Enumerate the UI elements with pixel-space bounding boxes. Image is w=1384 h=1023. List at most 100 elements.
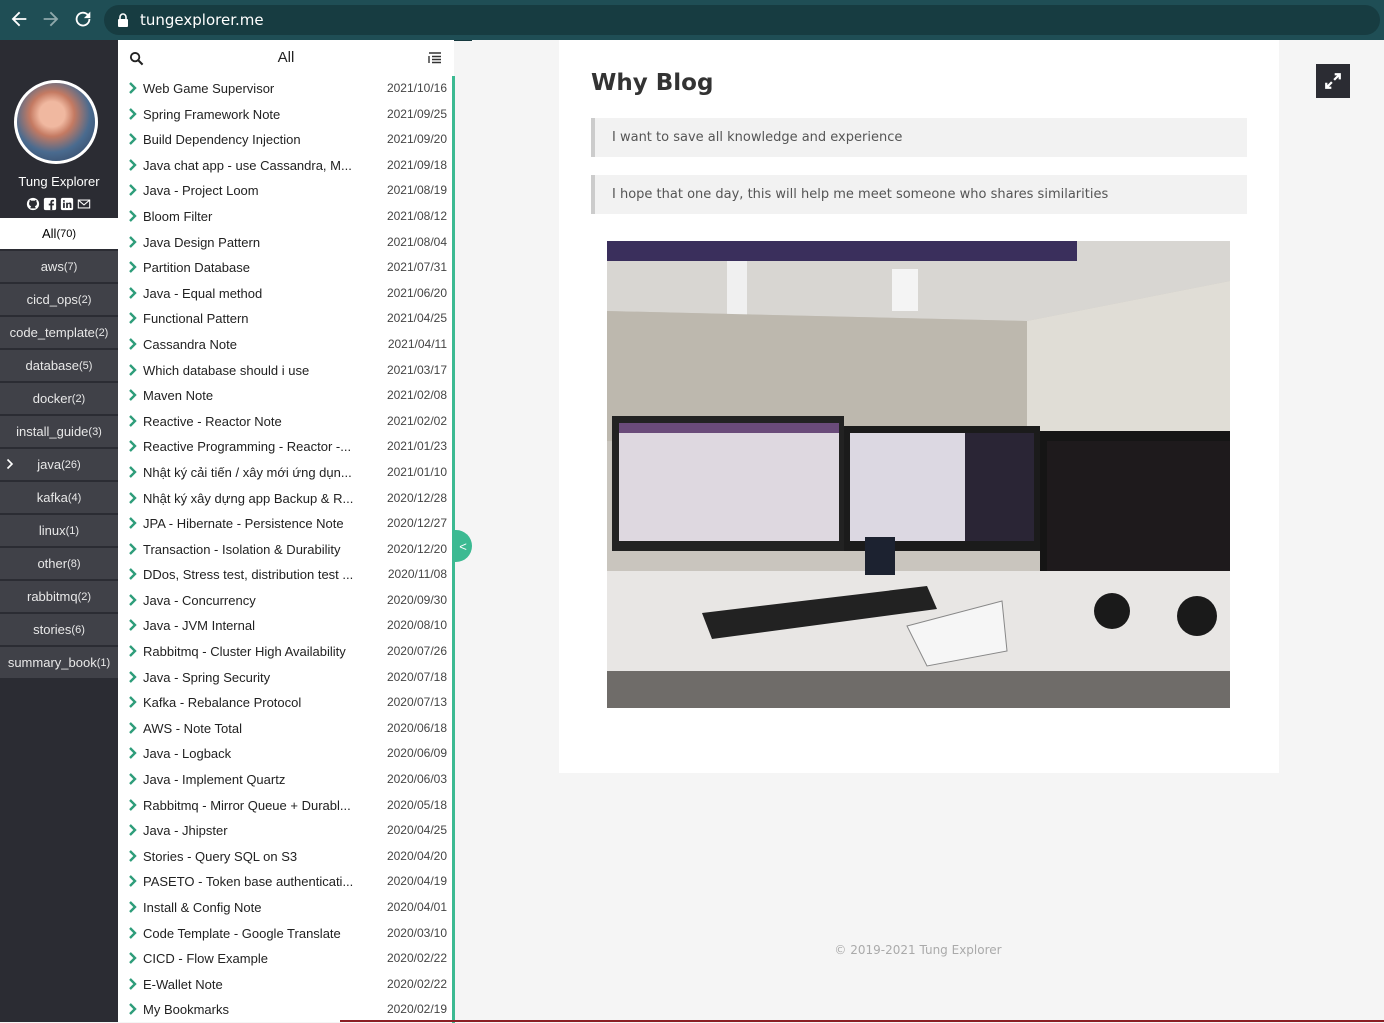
post-list-item[interactable]: Java - Implement Quartz 2020/06/03 [118,767,452,793]
post-list-item[interactable]: CICD - Flow Example 2020/02/22 [118,946,452,972]
post-list-item[interactable]: Java - JVM Internal 2020/08/10 [118,613,452,639]
reload-icon[interactable] [72,8,96,32]
post-list-item[interactable]: Java - Logback 2020/06/09 [118,741,452,767]
post-title[interactable]: Java chat app - use Cassandra, M... [143,158,355,173]
url-text[interactable]: tungexplorer.me [140,11,264,29]
post-title[interactable]: My Bookmarks [143,1002,355,1017]
post-title[interactable]: E-Wallet Note [143,977,355,992]
post-title[interactable]: Nhật ký xây dựng app Backup & R... [143,491,355,506]
post-list-item[interactable]: Nhật ký xây dựng app Backup & R... 2020/1… [118,486,452,512]
post-title[interactable]: JPA - Hibernate - Persistence Note [143,516,355,531]
post-list-item[interactable]: Cassandra Note 2021/04/11 [118,332,452,358]
post-title[interactable]: Java - Implement Quartz [143,772,355,787]
avatar[interactable] [14,80,98,164]
post-title[interactable]: Web Game Supervisor [143,81,355,96]
post-list-item[interactable]: Nhật ký cải tiến / xây mới ứng dụn... 202… [118,460,452,486]
post-list-item[interactable]: Java - Jhipster 2020/04/25 [118,818,452,844]
post-title[interactable]: Java - JVM Internal [143,618,355,633]
post-list-item[interactable]: Functional Pattern 2021/04/25 [118,306,452,332]
post-list-item[interactable]: Java - Concurrency 2020/09/30 [118,588,452,614]
post-title[interactable]: PASETO - Token base authenticati... [143,874,355,889]
post-list-item[interactable]: Java - Spring Security 2020/07/18 [118,665,452,691]
facebook-icon[interactable] [43,197,57,211]
post-list-item[interactable]: Reactive Programming - Reactor -... 2021/… [118,434,452,460]
github-icon[interactable] [26,197,40,211]
collapse-list-button[interactable]: < [454,530,472,562]
post-list-item[interactable]: DDos, Stress test, distribution test ...… [118,562,452,588]
post-title[interactable]: Partition Database [143,260,355,275]
post-title[interactable]: Kafka - Rebalance Protocol [143,695,355,710]
forward-arrow-icon[interactable] [40,8,64,32]
back-arrow-icon[interactable] [8,8,32,32]
post-title[interactable]: Spring Framework Note [143,107,355,122]
post-title[interactable]: Transaction - Isolation & Durability [143,542,355,557]
post-list-item[interactable]: Reactive - Reactor Note 2021/02/02 [118,409,452,435]
post-title[interactable]: CICD - Flow Example [143,951,355,966]
mail-icon[interactable] [77,197,91,211]
fullscreen-button[interactable] [1316,64,1350,98]
post-title[interactable]: Install & Config Note [143,900,355,915]
post-title[interactable]: Rabbitmq - Cluster High Availability [143,644,355,659]
post-list-item[interactable]: Web Game Supervisor 2021/10/16 [118,76,452,102]
post-list-item[interactable]: JPA - Hibernate - Persistence Note 2020/1… [118,511,452,537]
category-install-guide[interactable]: install_guide (3) [0,416,118,449]
chevron-right-icon[interactable] [6,458,14,470]
post-title[interactable]: Stories - Query SQL on S3 [143,849,355,864]
post-title[interactable]: Reactive - Reactor Note [143,414,355,429]
post-title[interactable]: Java - Jhipster [143,823,355,838]
post-title[interactable]: Nhật ký cải tiến / xây mới ứng dụn... [143,465,355,480]
post-list-item[interactable]: Code Template - Google Translate 2020/03/… [118,921,452,947]
post-title[interactable]: Which database should i use [143,363,355,378]
post-title[interactable]: Java - Project Loom [143,183,355,198]
address-bar[interactable] [104,5,1380,35]
category-code-template[interactable]: code_template (2) [0,317,118,350]
post-list-item[interactable]: Rabbitmq - Mirror Queue + Durabl... 2020/… [118,793,452,819]
post-list-item[interactable]: Rabbitmq - Cluster High Availability 2020… [118,639,452,665]
category-stories[interactable]: stories (6) [0,614,118,647]
post-list-item[interactable]: E-Wallet Note 2020/02/22 [118,972,452,998]
category-database[interactable]: database (5) [0,350,118,383]
post-list-item[interactable]: AWS - Note Total 2020/06/18 [118,716,452,742]
post-title[interactable]: Reactive Programming - Reactor -... [143,439,355,454]
post-list-item[interactable]: Java chat app - use Cassandra, M... 2021/… [118,153,452,179]
post-title[interactable]: Rabbitmq - Mirror Queue + Durabl... [143,798,355,813]
category-summary-book[interactable]: summary_book (1) [0,647,118,680]
category-java[interactable]: java (26) [0,449,118,482]
category-aws[interactable]: aws (7) [0,251,118,284]
post-title[interactable]: Bloom Filter [143,209,355,224]
post-title[interactable]: AWS - Note Total [143,721,355,736]
post-list-item[interactable]: Java Design Pattern 2021/08/04 [118,230,452,256]
post-title[interactable]: Java Design Pattern [143,235,355,250]
post-title[interactable]: Code Template - Google Translate [143,926,355,941]
post-list-item[interactable]: Build Dependency Injection 2021/09/20 [118,127,452,153]
post-title[interactable]: DDos, Stress test, distribution test ... [143,567,355,582]
post-list-item[interactable]: Bloom Filter 2021/08/12 [118,204,452,230]
post-title[interactable]: Cassandra Note [143,337,355,352]
post-list-item[interactable]: Which database should i use 2021/03/17 [118,358,452,384]
post-list-item[interactable]: Partition Database 2021/07/31 [118,255,452,281]
post-list-item[interactable]: Spring Framework Note 2021/09/25 [118,102,452,128]
post-title[interactable]: Java - Equal method [143,286,355,301]
post-title[interactable]: Java - Logback [143,746,355,761]
post-title[interactable]: Maven Note [143,388,355,403]
post-list-item[interactable]: PASETO - Token base authenticati... 2020/… [118,869,452,895]
category-rabbitmq[interactable]: rabbitmq (2) [0,581,118,614]
post-title[interactable]: Functional Pattern [143,311,355,326]
post-title[interactable]: Build Dependency Injection [143,132,355,147]
list-view-icon[interactable] [428,51,442,65]
category-other[interactable]: other (8) [0,548,118,581]
linkedin-icon[interactable] [60,197,74,211]
category-all[interactable]: All (70) [0,218,118,251]
post-list-item[interactable]: Transaction - Isolation & Durability 2020… [118,537,452,563]
post-title[interactable]: Java - Spring Security [143,670,355,685]
category-kafka[interactable]: kafka (4) [0,482,118,515]
post-list-item[interactable]: Java - Equal method 2021/06/20 [118,281,452,307]
category-cicd-ops[interactable]: cicd_ops (2) [0,284,118,317]
post-list-item[interactable]: Stories - Query SQL on S3 2020/04/20 [118,844,452,870]
post-list-item[interactable]: Kafka - Rebalance Protocol 2020/07/13 [118,690,452,716]
post-list-item[interactable]: Install & Config Note 2020/04/01 [118,895,452,921]
post-title[interactable]: Java - Concurrency [143,593,355,608]
post-list-item[interactable]: Maven Note 2021/02/08 [118,383,452,409]
post-list-item[interactable]: Java - Project Loom 2021/08/19 [118,178,452,204]
category-docker[interactable]: docker (2) [0,383,118,416]
